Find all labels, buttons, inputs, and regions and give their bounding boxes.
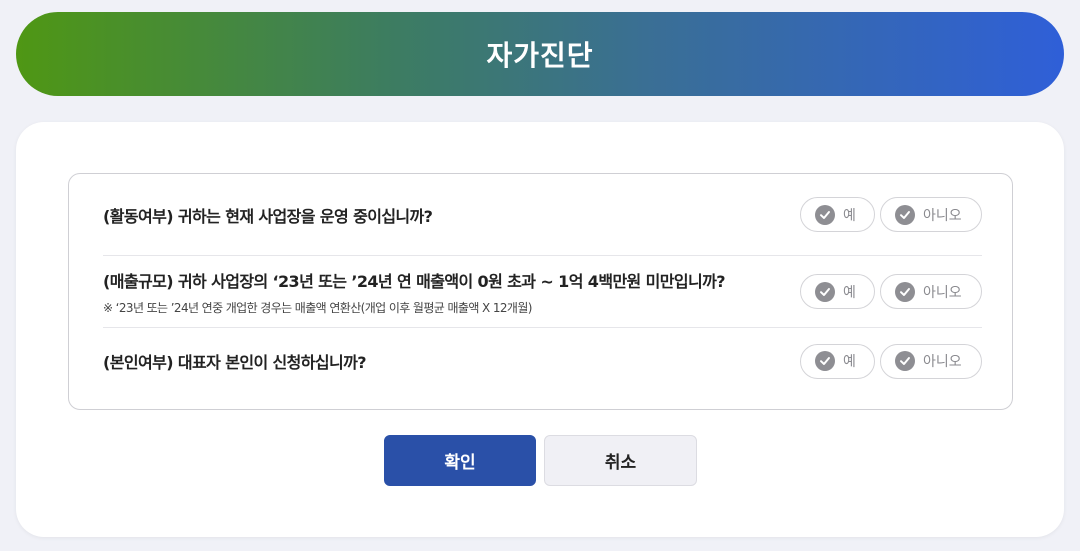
- answer-options: 예 아니오: [800, 274, 982, 309]
- no-option[interactable]: 아니오: [880, 274, 982, 309]
- check-circle-icon: [815, 281, 835, 302]
- page-title: 자가진단: [486, 39, 594, 72]
- confirm-button[interactable]: 확인: [384, 435, 536, 486]
- cancel-button[interactable]: 취소: [544, 435, 697, 486]
- question-note: ※ ‘23년 또는 ’24년 연중 개업한 경우는 매출액 연환산(개업 이후 …: [103, 300, 532, 315]
- self-diagnosis-card: (활동여부) 귀하는 현재 사업장을 운영 중이십니까? 예 아니오 (매출규모…: [16, 122, 1064, 537]
- question-row-identity: (본인여부) 대표자 본인이 신청하십니까? 예 아니오: [103, 328, 982, 394]
- yes-option[interactable]: 예: [800, 343, 875, 379]
- question-row-activity: (활동여부) 귀하는 현재 사업장을 운영 중이십니까? 예 아니오: [103, 174, 982, 256]
- check-circle-icon: [815, 204, 835, 225]
- question-title: (활동여부) 귀하는 현재 사업장을 운영 중이십니까?: [103, 206, 433, 226]
- check-circle-icon: [895, 281, 915, 302]
- check-circle-icon: [815, 351, 835, 371]
- no-label: 아니오: [923, 207, 962, 224]
- question-title: (매출규모) 귀하 사업장의 ‘23년 또는 ’24년 연 매출액이 0원 초과…: [103, 271, 726, 291]
- no-option[interactable]: 아니오: [880, 197, 982, 232]
- question-list: (활동여부) 귀하는 현재 사업장을 운영 중이십니까? 예 아니오 (매출규모…: [68, 173, 1013, 410]
- header-banner: 자가진단: [16, 12, 1064, 96]
- question-title: (본인여부) 대표자 본인이 신청하십니까?: [103, 353, 367, 372]
- no-label: 아니오: [923, 284, 962, 301]
- yes-option[interactable]: 예: [800, 197, 875, 232]
- question-row-sales: (매출규모) 귀하 사업장의 ‘23년 또는 ’24년 연 매출액이 0원 초과…: [103, 256, 982, 328]
- no-label: 아니오: [923, 354, 962, 370]
- no-option[interactable]: 아니오: [880, 343, 982, 379]
- check-circle-icon: [895, 204, 915, 225]
- answer-options: 예 아니오: [800, 343, 982, 379]
- yes-label: 예: [843, 284, 856, 301]
- yes-option[interactable]: 예: [800, 274, 875, 309]
- yes-label: 예: [843, 207, 856, 224]
- check-circle-icon: [895, 351, 915, 371]
- answer-options: 예 아니오: [800, 197, 982, 232]
- action-buttons: 확인 취소: [384, 435, 697, 486]
- yes-label: 예: [843, 354, 856, 370]
